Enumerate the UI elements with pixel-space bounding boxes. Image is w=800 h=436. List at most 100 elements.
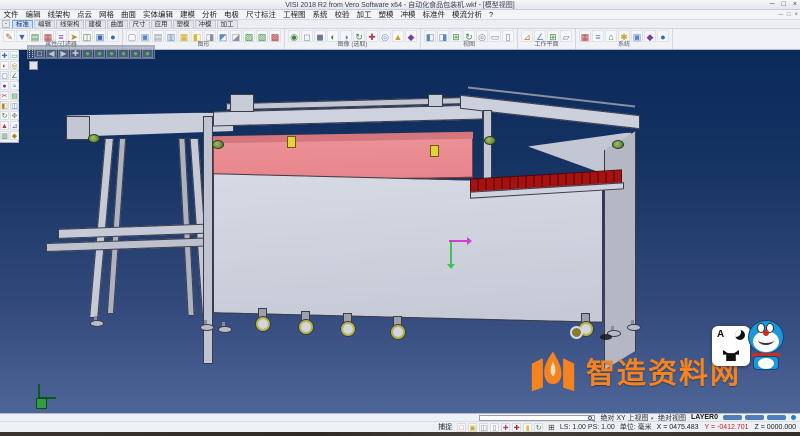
toolbar-tab-塑模[interactable]: 塑模 [173, 20, 194, 28]
spline-tool-icon[interactable]: ≈ [10, 81, 19, 90]
front-view-icon[interactable]: ◨ [437, 30, 449, 42]
filter-icon[interactable]: ▼ [16, 30, 28, 42]
search-input[interactable] [479, 415, 595, 421]
snap-endpoint-icon[interactable]: ▣ [468, 423, 477, 432]
menu-item-工程图[interactable]: 工程图 [280, 9, 310, 20]
snap-rotate-icon[interactable]: ↻ [534, 423, 543, 432]
dynamic-pan-icon[interactable]: ✚ [70, 47, 81, 58]
toolbar-tab-加工[interactable]: 加工 [217, 20, 238, 28]
delete-icon[interactable]: ▩ [269, 30, 281, 42]
menu-item-冲模[interactable]: 冲模 [397, 9, 419, 20]
add-selection-icon[interactable]: ✚ [366, 30, 378, 42]
hidden-line-icon[interactable]: ◼ [314, 30, 326, 42]
toolbar-tab-曲面[interactable]: 曲面 [107, 20, 128, 28]
layers-icon[interactable]: ▤ [29, 30, 41, 42]
snap-vertical-icon[interactable]: ▯ [490, 423, 499, 432]
mount-bracket[interactable] [230, 94, 254, 112]
toolbar-tab-线架构[interactable]: 线架构 [56, 20, 84, 28]
front-globe-icon[interactable]: ● [106, 47, 117, 58]
previous-view-icon[interactable]: ◀ [46, 47, 57, 58]
highlight-icon[interactable]: ▲ [392, 30, 404, 42]
mount-bracket[interactable] [428, 94, 443, 107]
element-icon[interactable]: ◆ [405, 30, 417, 42]
toolbar-tab-冲模[interactable]: 冲模 [195, 20, 216, 28]
insert-icon[interactable]: ▥ [165, 30, 177, 42]
window-close-button[interactable]: × [793, 1, 797, 9]
line-tool-icon[interactable]: ▭ [10, 51, 19, 60]
color-palette-icon[interactable]: ▦ [42, 30, 54, 42]
child-close-button[interactable]: × [794, 11, 798, 19]
workplane-icon[interactable]: ⊿ [521, 30, 533, 42]
mirror-tool-icon[interactable]: ◫ [10, 101, 19, 110]
menu-item-塑模[interactable]: 塑模 [375, 9, 397, 20]
iso-globe-icon[interactable]: ● [82, 47, 93, 58]
top-globe-icon[interactable]: ● [94, 47, 105, 58]
toolbar-tab-尺寸[interactable]: 尺寸 [129, 20, 150, 28]
measure-tool-icon[interactable]: ⊿ [10, 121, 19, 130]
grid-icon[interactable]: ⊞ [548, 423, 555, 432]
stand-rail-cap[interactable] [66, 116, 90, 140]
child-restore-button[interactable]: □ [787, 11, 791, 19]
line-style-icon[interactable]: ≡ [55, 30, 67, 42]
wireframe-icon[interactable]: ◻ [301, 30, 313, 42]
extend-tool-icon[interactable]: ▤ [10, 91, 19, 100]
collapse-toolbar-button[interactable]: - [2, 20, 10, 28]
copy-icon[interactable]: ◨ [204, 30, 216, 42]
sketch-tool-icon[interactable]: ✚ [0, 51, 9, 60]
units-display[interactable]: 单位: 毫米 [620, 422, 652, 432]
menu-item-校验[interactable]: 校验 [331, 9, 353, 20]
viewport[interactable]: 智造资料网 A [0, 50, 800, 413]
pan-view-icon[interactable]: ▯ [502, 30, 514, 42]
window-minimize-button[interactable]: ─ [770, 1, 775, 9]
print-icon[interactable]: ◪ [230, 30, 242, 42]
point-tool-icon[interactable]: ● [0, 81, 9, 90]
plugin-icon[interactable]: ◆ [644, 30, 656, 42]
rotate-tool-icon[interactable]: ↻ [0, 111, 9, 120]
child-minimize-button[interactable]: ─ [779, 11, 783, 19]
plane-angle-icon[interactable]: ∠ [534, 30, 546, 42]
rotate-globe-icon[interactable]: ● [130, 47, 141, 58]
help-icon[interactable]: ● [657, 30, 669, 42]
menu-item-线架构[interactable]: 线架构 [44, 9, 74, 20]
open-drawing-icon[interactable]: ▣ [139, 30, 151, 42]
caster-wheel[interactable] [340, 313, 356, 339]
menu-item-电极[interactable]: 电极 [221, 9, 243, 20]
snap-grid-icon[interactable]: □ [457, 423, 466, 432]
menu-item-曲面[interactable]: 曲面 [118, 9, 140, 20]
menu-item-系统[interactable]: 系统 [309, 9, 331, 20]
side-globe-icon[interactable]: ● [118, 47, 129, 58]
polyline-tool-icon[interactable]: ∠ [10, 71, 19, 80]
menu-item-网格[interactable]: 网格 [96, 9, 118, 20]
target-icon[interactable]: ◎ [379, 30, 391, 42]
refresh-view-icon[interactable]: ↻ [353, 30, 365, 42]
paste-icon[interactable]: ◩ [217, 30, 229, 42]
drag-handle[interactable] [29, 47, 33, 57]
selection-icon[interactable]: ➤ [68, 30, 80, 42]
trim-tool-icon[interactable]: ✂ [0, 91, 9, 100]
menu-item-模流分析[interactable]: 模流分析 [449, 9, 486, 20]
zoom-window-icon[interactable]: ◎ [476, 30, 488, 42]
caster-wheel[interactable] [255, 308, 271, 334]
leveling-foot[interactable] [627, 320, 639, 330]
fit-globe-icon[interactable]: ● [142, 47, 153, 58]
rect-tool-icon[interactable]: ▢ [0, 71, 9, 80]
view-extra-icon[interactable] [29, 61, 38, 70]
arc-tool-icon[interactable]: ◐ [0, 61, 9, 70]
display-mode-icon[interactable]: □ [34, 47, 45, 58]
plane-grid-icon[interactable]: ⊞ [547, 30, 559, 42]
plane-align-icon[interactable]: ▱ [560, 30, 572, 42]
menu-item-?[interactable]: ? [486, 10, 497, 19]
caster-wheel[interactable] [390, 316, 406, 342]
redo-icon[interactable]: ▧ [256, 30, 268, 42]
snap-quadrant-icon[interactable]: ▮ [523, 423, 532, 432]
menu-item-点云[interactable]: 点云 [74, 9, 96, 20]
properties-icon[interactable]: ✎ [3, 30, 15, 42]
options-icon[interactable]: ≡ [592, 30, 604, 42]
menu-item-分析[interactable]: 分析 [199, 9, 221, 20]
toolbar-tab-应用[interactable]: 应用 [151, 20, 172, 28]
leveling-foot[interactable] [200, 320, 212, 330]
export-icon[interactable]: ▦ [178, 30, 190, 42]
tools-icon[interactable]: ✱ [618, 30, 630, 42]
rotate-view-icon[interactable]: ↻ [463, 30, 475, 42]
offset-tool-icon[interactable]: ◧ [0, 101, 9, 110]
